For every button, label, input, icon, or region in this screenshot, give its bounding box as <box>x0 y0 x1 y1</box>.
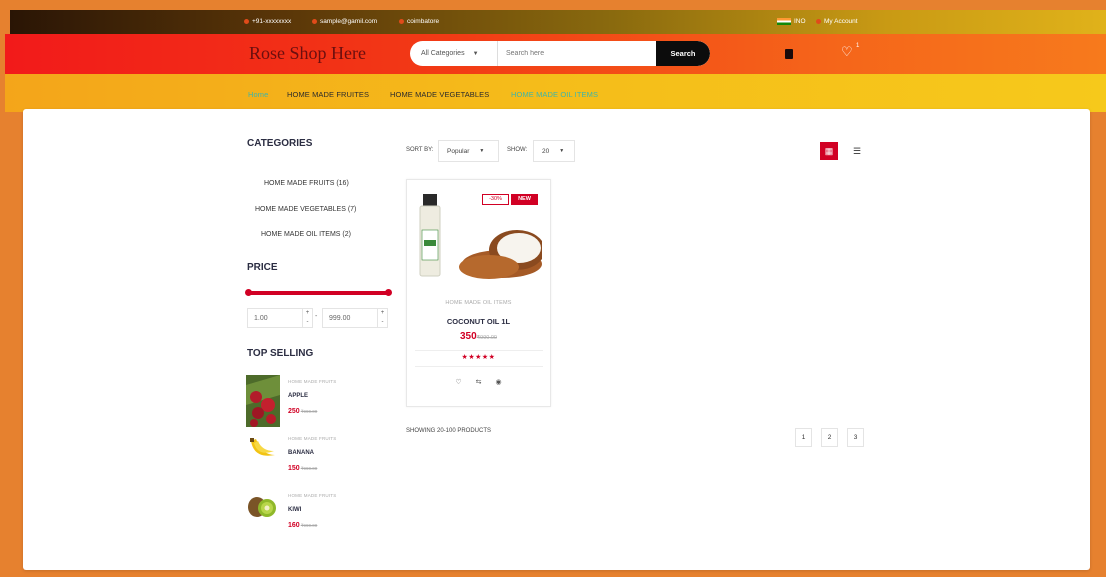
price-value: 350 <box>459 331 477 342</box>
chevron-down-icon: ▼ <box>472 50 479 57</box>
top-selling-name-apple[interactable]: APPLE <box>288 393 308 399</box>
show-label: SHOW: <box>507 147 528 153</box>
category-link-vegetables[interactable]: HOME MADE VEGETABLES (7) <box>255 206 356 213</box>
top-selling-name-banana[interactable]: BANANA <box>288 450 314 456</box>
page-button-3[interactable]: 3 <box>847 428 864 447</box>
top-selling-name-kiwi[interactable]: KIWI <box>288 507 301 513</box>
compare-icon[interactable]: ⇆ <box>476 378 482 386</box>
rating-stars: ★★★★★ <box>461 354 496 361</box>
nav-home-made-fruites[interactable]: HOME MADE FRUITES <box>287 90 369 99</box>
show-select[interactable]: 20 ▼ <box>533 140 575 162</box>
top-selling-price-banana: 150₹990.00 <box>288 465 317 472</box>
old-price: ₹990.00 <box>476 335 497 341</box>
category-select-value: All Categories <box>421 50 465 57</box>
site-logo[interactable]: Rose Shop Here <box>249 43 366 64</box>
location-info: coimbatore <box>399 18 439 25</box>
chevron-down-icon: ▼ <box>559 148 565 154</box>
price-value: 150 <box>288 465 300 472</box>
email-info: sample@gamil.com <box>312 18 377 25</box>
old-price: ₹990.00 <box>300 466 318 471</box>
kiwi-image[interactable] <box>247 495 279 519</box>
phone-text: +91-xxxxxxxx <box>252 18 292 25</box>
mail-icon <box>312 19 317 24</box>
currency-selector[interactable]: INO <box>777 18 806 25</box>
new-badge: NEW <box>511 194 538 205</box>
my-account-text: My Account <box>824 18 858 25</box>
sort-select[interactable]: Popular ▼ <box>438 140 499 162</box>
content-card: CATEGORIES HOME MADE FRUITS (16) HOME MA… <box>23 109 1090 570</box>
nav-home-made-vegetables[interactable]: HOME MADE VEGETABLES <box>390 90 489 99</box>
header: Rose Shop Here All Categories ▼ Search ♡… <box>5 34 1106 74</box>
top-selling-price-kiwi: 160₹990.00 <box>288 522 317 529</box>
price-value: 250 <box>288 408 300 415</box>
nav-home-made-oil-items[interactable]: HOME MADE OIL ITEMS <box>511 90 598 99</box>
old-price: ₹990.00 <box>300 409 318 414</box>
product-card[interactable]: -30% NEW HOME MADE OIL ITEMS COCONUT OIL… <box>406 179 551 407</box>
price-min-stepper[interactable]: + - <box>302 309 312 327</box>
search-button[interactable]: Search <box>656 41 710 66</box>
email-text: sample@gamil.com <box>320 18 378 25</box>
price-min-handle[interactable] <box>245 289 252 296</box>
price-min-input[interactable]: 1.00 + - <box>247 308 313 328</box>
sort-select-value: Popular <box>447 147 470 155</box>
price-value: 160 <box>288 522 300 529</box>
page-button-2[interactable]: 2 <box>821 428 838 447</box>
location-icon <box>399 19 404 24</box>
product-image[interactable] <box>417 192 545 282</box>
top-bar: +91-xxxxxxxx sample@gamil.com coimbatore… <box>10 10 1106 34</box>
sale-badge: -30% <box>482 194 509 205</box>
banana-image[interactable] <box>248 435 278 463</box>
chevron-down-icon: ▼ <box>479 148 485 154</box>
apple-image[interactable] <box>246 375 280 427</box>
quick-view-eye-icon[interactable]: ◉ <box>496 378 502 386</box>
page-button-1[interactable]: 1 <box>795 428 812 447</box>
price-max-handle[interactable] <box>385 289 392 296</box>
category-link-oil-items[interactable]: HOME MADE OIL ITEMS (2) <box>261 231 351 238</box>
top-selling-category: HOME MADE FRUITS <box>288 379 337 384</box>
add-to-wishlist-heart-icon[interactable]: ♡ <box>455 378 461 386</box>
divider <box>415 350 543 351</box>
location-text: coimbatore <box>407 18 440 25</box>
category-link-fruits[interactable]: HOME MADE FRUITS (16) <box>264 180 349 187</box>
price-max-stepper[interactable]: + - <box>377 309 387 327</box>
top-selling-category: HOME MADE FRUITS <box>288 493 337 498</box>
phone-info: +91-xxxxxxxx <box>244 18 291 25</box>
search-bar: All Categories ▼ Search <box>410 41 710 66</box>
price-title: PRICE <box>247 262 278 273</box>
price-separator: - <box>315 313 318 320</box>
category-select[interactable]: All Categories ▼ <box>410 41 498 66</box>
divider <box>415 366 543 367</box>
my-account-link[interactable]: My Account <box>816 18 858 25</box>
list-view-button[interactable]: ☰ <box>848 142 866 160</box>
top-selling-price-apple: 250₹990.00 <box>288 408 317 415</box>
price-range-slider[interactable] <box>245 289 392 296</box>
nav-home[interactable]: Home <box>248 90 268 99</box>
price-max-value: 999.00 <box>329 314 351 322</box>
product-name[interactable]: COCONUT OIL 1L <box>407 317 550 326</box>
price-min-value: 1.00 <box>254 314 268 322</box>
product-actions: ♡ ⇆ ◉ <box>407 378 550 386</box>
price-max-input[interactable]: 999.00 + - <box>322 308 388 328</box>
grid-icon: ▦ <box>824 145 834 156</box>
india-flag-icon <box>777 18 791 25</box>
user-icon <box>816 19 821 24</box>
grid-view-button[interactable]: ▦ <box>820 142 838 160</box>
wishlist-heart-icon[interactable]: ♡ <box>841 44 853 60</box>
sort-by-label: SORT BY: <box>406 147 434 153</box>
search-input[interactable] <box>498 41 656 66</box>
show-select-value: 20 <box>542 147 550 155</box>
top-selling-title: TOP SELLING <box>247 348 314 359</box>
main-nav: Home HOME MADE FRUITES HOME MADE VEGETAB… <box>5 74 1106 112</box>
top-selling-category: HOME MADE FRUITS <box>288 436 337 441</box>
wishlist-count-badge: 1 <box>856 43 860 49</box>
phone-icon <box>244 19 249 24</box>
product-category: HOME MADE OIL ITEMS <box>445 300 512 306</box>
currency-text: INO <box>794 18 806 25</box>
product-price: 350₹990.00 <box>407 331 550 342</box>
showing-products-text: SHOWING 20-100 PRODUCTS <box>406 428 492 434</box>
old-price: ₹990.00 <box>300 523 318 528</box>
list-icon: ☰ <box>852 145 862 156</box>
cart-icon[interactable] <box>785 49 793 59</box>
categories-title: CATEGORIES <box>247 138 313 149</box>
